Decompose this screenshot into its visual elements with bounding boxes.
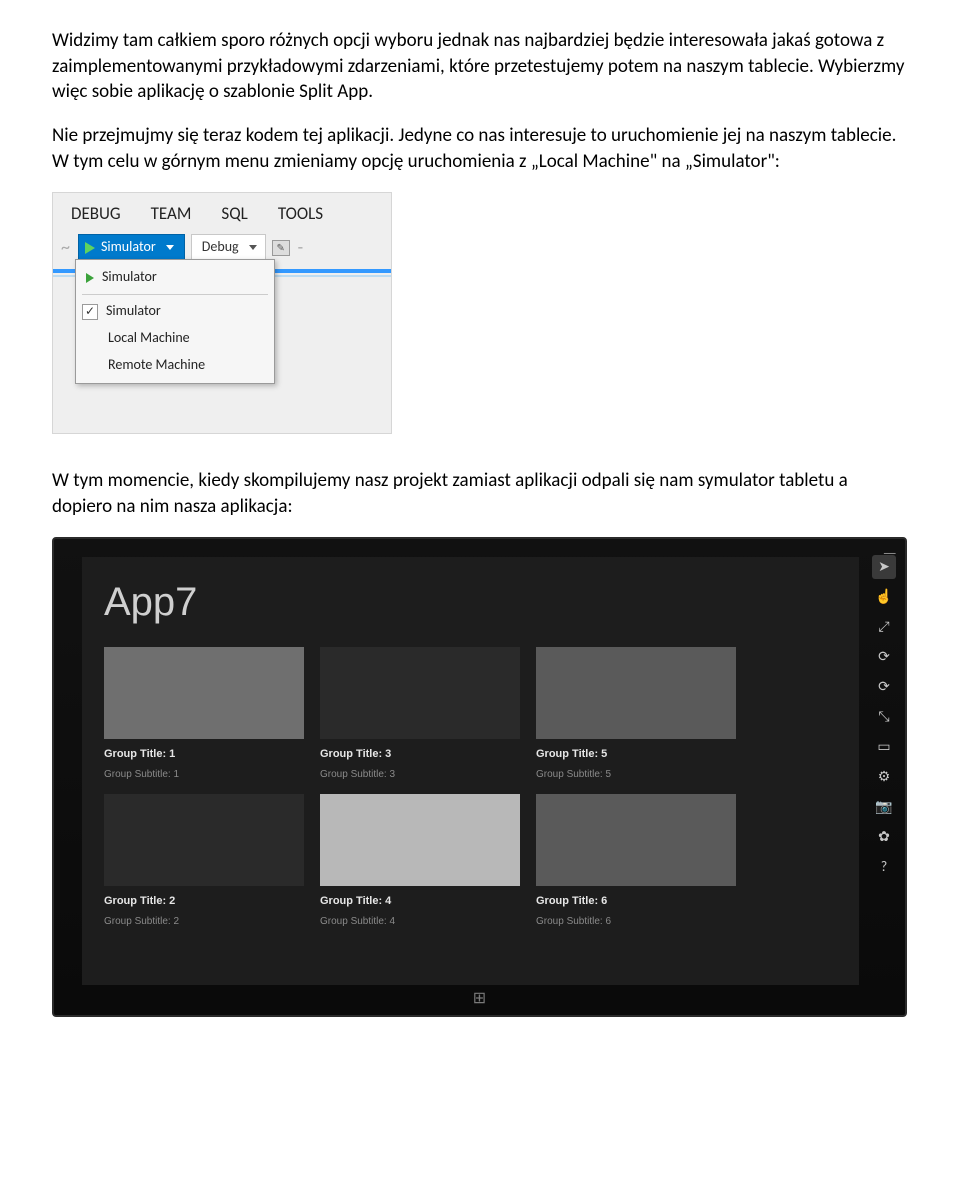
simulator-screen: App7 Group Title: 1 Group Subtitle: 1 Gr… [82,557,859,985]
app-title: App7 [104,575,837,629]
menu-tools[interactable]: TOOLS [278,203,323,226]
config-dropdown[interactable]: Debug [191,234,266,261]
config-label: Debug [202,238,239,257]
pointer-icon[interactable]: ➤ [872,555,896,579]
rotate-cw-icon[interactable]: ⟳ [872,645,896,669]
toolbar-separator-2: - [296,235,306,259]
simulator-figure: — App7 Group Title: 1 Group Subtitle: 1 … [52,537,908,1017]
dropdown-item-simulator[interactable]: ✓ Simulator [76,298,274,325]
tile-image [320,794,520,886]
spacer [82,330,100,346]
menu-sql[interactable]: SQL [221,203,247,226]
tile-subtitle: Group Subtitle: 3 [320,768,520,782]
tile[interactable]: Group Title: 6 Group Subtitle: 6 [536,794,736,928]
paragraph-3: W tym momencie, kiedy skompilujemy nasz … [52,468,908,519]
resolution-icon[interactable]: ⤡ [872,705,896,729]
tile-title: Group Title: 5 [536,747,736,762]
tile-image [536,647,736,739]
tile-title: Group Title: 3 [320,747,520,762]
tile-row: Group Title: 2 Group Subtitle: 2 Group T… [104,794,837,928]
run-button-label: Simulator [101,238,156,257]
menu-team[interactable]: TEAM [151,203,192,226]
dropdown-header-label: Simulator [102,268,157,287]
paragraph-2: Nie przejmujmy się teraz kodem tej aplik… [52,123,908,174]
pinch-icon[interactable]: ⤢ [872,615,896,639]
tablet-simulator: — App7 Group Title: 1 Group Subtitle: 1 … [52,537,907,1017]
toolbar-tool-icon[interactable]: ✎ [272,240,290,256]
dropdown-header[interactable]: Simulator [76,264,274,291]
menubar: DEBUG TEAM SQL TOOLS [53,193,391,234]
tile-title: Group Title: 2 [104,894,304,909]
tile[interactable]: Group Title: 5 Group Subtitle: 5 [536,647,736,781]
run-target-dropdown: Simulator ✓ Simulator Local Machine Remo… [75,259,275,384]
settings-icon[interactable]: ✿ [872,825,896,849]
tile-row: Group Title: 1 Group Subtitle: 1 Group T… [104,647,837,781]
spacer [82,357,100,373]
tile-image [320,647,520,739]
tile-image [536,794,736,886]
dropdown-item-label: Remote Machine [108,356,205,375]
play-icon [85,242,95,254]
vs-toolbar-figure: DEBUG TEAM SQL TOOLS ~ Simulator Debug ✎… [52,192,392,434]
tile[interactable]: Group Title: 1 Group Subtitle: 1 [104,647,304,781]
chevron-down-icon [166,245,174,250]
tile-grid: Group Title: 1 Group Subtitle: 1 Group T… [104,647,837,928]
toolbar-separator: ~ [59,235,72,259]
tile-title: Group Title: 6 [536,894,736,909]
location-icon[interactable]: ⚙ [872,765,896,789]
menu-debug[interactable]: DEBUG [71,203,121,226]
tile-subtitle: Group Subtitle: 6 [536,915,736,929]
tile-subtitle: Group Subtitle: 4 [320,915,520,929]
tile-subtitle: Group Subtitle: 2 [104,915,304,929]
divider [82,294,268,295]
dropdown-item-label: Simulator [106,302,161,321]
tile-title: Group Title: 4 [320,894,520,909]
display-icon[interactable]: ▭ [872,735,896,759]
simulator-sidebar: ➤ ☝ ⤢ ⟳ ⟳ ⤡ ▭ ⚙ 📷 ✿ ? [869,555,899,879]
chevron-down-icon [249,245,257,250]
tile[interactable]: Group Title: 4 Group Subtitle: 4 [320,794,520,928]
tile-subtitle: Group Subtitle: 1 [104,768,304,782]
check-icon: ✓ [82,304,98,320]
help-icon[interactable]: ? [872,855,896,879]
tile[interactable]: Group Title: 2 Group Subtitle: 2 [104,794,304,928]
touch-icon[interactable]: ☝ [872,585,896,609]
rotate-ccw-icon[interactable]: ⟳ [872,675,896,699]
tile-image [104,794,304,886]
dropdown-item-label: Local Machine [108,329,190,348]
paragraph-1: Widzimy tam całkiem sporo różnych opcji … [52,28,908,105]
dropdown-item-remote-machine[interactable]: Remote Machine [76,352,274,379]
tile-subtitle: Group Subtitle: 5 [536,768,736,782]
run-button[interactable]: Simulator [78,234,185,261]
tile-title: Group Title: 1 [104,747,304,762]
screenshot-icon[interactable]: 📷 [872,795,896,819]
windows-home-icon[interactable]: ⊞ [473,988,486,1010]
tile[interactable]: Group Title: 3 Group Subtitle: 3 [320,647,520,781]
play-icon [86,273,94,283]
tile-image [104,647,304,739]
dropdown-item-local-machine[interactable]: Local Machine [76,325,274,352]
